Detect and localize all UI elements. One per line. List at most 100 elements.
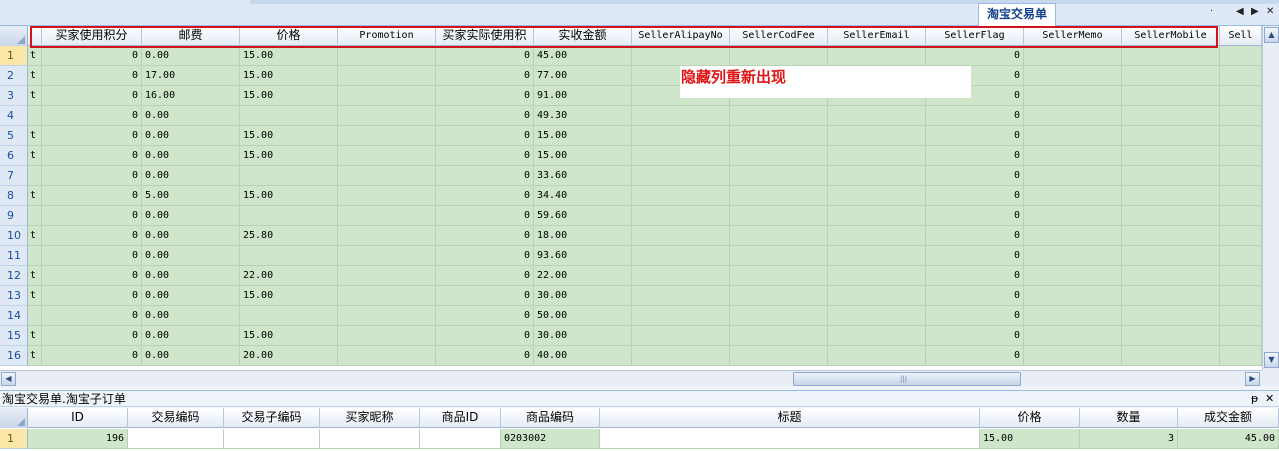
table-cell-flag[interactable]: t xyxy=(28,266,42,286)
table-cell[interactable] xyxy=(632,226,730,246)
table-cell[interactable] xyxy=(1024,106,1122,126)
table-cell[interactable] xyxy=(1220,186,1262,206)
suborder-column-header[interactable]: ID xyxy=(28,408,128,428)
table-cell[interactable] xyxy=(338,286,436,306)
table-cell[interactable]: 0 xyxy=(926,146,1024,166)
suborder-column-header[interactable]: 数量 xyxy=(1080,408,1178,428)
table-cell[interactable]: 0 xyxy=(926,206,1024,226)
table-row[interactable]: 10 t 0 0.00 25.80 0 18.00 0 xyxy=(0,226,1262,246)
table-cell[interactable] xyxy=(632,206,730,226)
table-cell[interactable] xyxy=(730,346,828,366)
table-cell[interactable] xyxy=(828,106,926,126)
table-cell[interactable]: 15.00 xyxy=(240,86,338,106)
table-cell[interactable] xyxy=(828,186,926,206)
table-cell[interactable]: 15.00 xyxy=(240,146,338,166)
table-cell[interactable]: 0 xyxy=(436,266,534,286)
table-cell[interactable]: 0 xyxy=(42,166,142,186)
table-cell[interactable] xyxy=(240,246,338,266)
table-cell[interactable] xyxy=(1220,226,1262,246)
table-cell[interactable] xyxy=(828,286,926,306)
table-cell[interactable] xyxy=(730,126,828,146)
row-number[interactable]: 2 xyxy=(0,66,28,86)
table-cell[interactable]: 16.00 xyxy=(142,86,240,106)
table-cell[interactable] xyxy=(632,286,730,306)
table-cell[interactable] xyxy=(1024,346,1122,366)
table-cell[interactable]: 0 xyxy=(926,266,1024,286)
tab-taobao-trade[interactable]: 淘宝交易单 xyxy=(978,3,1056,26)
table-cell[interactable] xyxy=(1220,266,1262,286)
table-cell[interactable] xyxy=(338,126,436,146)
table-cell[interactable]: 18.00 xyxy=(534,226,632,246)
table-cell-flag[interactable]: t xyxy=(28,66,42,86)
row-number[interactable]: 1 xyxy=(0,429,28,449)
table-cell[interactable] xyxy=(1122,186,1220,206)
table-cell[interactable] xyxy=(828,266,926,286)
column-header[interactable]: SellerAlipayNo xyxy=(632,26,730,46)
table-cell[interactable]: 0 xyxy=(42,326,142,346)
table-cell[interactable] xyxy=(1122,306,1220,326)
table-cell[interactable] xyxy=(1024,266,1122,286)
table-cell[interactable] xyxy=(828,246,926,266)
table-cell[interactable]: 50.00 xyxy=(534,306,632,326)
row-number[interactable]: 4 xyxy=(0,106,28,126)
table-cell[interactable]: 0.00 xyxy=(142,306,240,326)
table-cell-flag[interactable]: t xyxy=(28,226,42,246)
table-cell[interactable]: 0 xyxy=(926,186,1024,206)
suborder-column-header[interactable]: 价格 xyxy=(980,408,1080,428)
scroll-down-button[interactable]: ▼ xyxy=(1264,352,1279,368)
table-cell[interactable] xyxy=(240,206,338,226)
table-cell[interactable]: 0 xyxy=(42,106,142,126)
table-cell[interactable] xyxy=(632,306,730,326)
table-cell[interactable] xyxy=(1024,146,1122,166)
table-cell[interactable] xyxy=(828,346,926,366)
table-cell[interactable] xyxy=(1024,206,1122,226)
table-cell[interactable] xyxy=(632,146,730,166)
column-header[interactable]: 价格 xyxy=(240,26,338,46)
suborder-column-header[interactable]: 交易编码 xyxy=(128,408,224,428)
table-cell[interactable]: 0.00 xyxy=(142,326,240,346)
table-cell[interactable]: 0 xyxy=(42,206,142,226)
table-cell[interactable] xyxy=(730,46,828,66)
table-cell[interactable]: 0 xyxy=(436,106,534,126)
column-header[interactable]: 实收金额 xyxy=(534,26,632,46)
scroll-left-button[interactable]: ◀ xyxy=(1,372,16,386)
table-cell[interactable]: 0.00 xyxy=(142,266,240,286)
table-cell-flag[interactable] xyxy=(28,166,42,186)
table-row[interactable]: 15 t 0 0.00 15.00 0 30.00 0 xyxy=(0,326,1262,346)
table-cell[interactable]: 0 xyxy=(436,226,534,246)
horizontal-scrollbar[interactable]: ◀ ||| ▶ xyxy=(0,370,1262,386)
table-cell[interactable]: 0 xyxy=(436,126,534,146)
table-cell[interactable] xyxy=(632,326,730,346)
table-cell[interactable] xyxy=(1220,246,1262,266)
table-cell-flag[interactable]: t xyxy=(28,86,42,106)
row-number[interactable]: 5 xyxy=(0,126,28,146)
table-cell[interactable]: 0 xyxy=(436,286,534,306)
table-cell[interactable]: 0 xyxy=(436,166,534,186)
table-cell[interactable] xyxy=(1024,66,1122,86)
row-number[interactable]: 8 xyxy=(0,186,28,206)
row-number[interactable]: 13 xyxy=(0,286,28,306)
suborder-column-header[interactable]: 标题 xyxy=(600,408,980,428)
table-cell[interactable]: 0 xyxy=(926,346,1024,366)
table-cell[interactable] xyxy=(828,326,926,346)
table-cell[interactable] xyxy=(1220,306,1262,326)
table-cell-flag[interactable]: t xyxy=(28,286,42,306)
table-cell[interactable] xyxy=(828,206,926,226)
column-header-flag[interactable] xyxy=(28,26,42,46)
table-cell[interactable]: 0 xyxy=(436,66,534,86)
table-cell-flag[interactable]: t xyxy=(28,346,42,366)
table-cell[interactable]: 0 xyxy=(42,146,142,166)
table-row[interactable]: 2 t 0 17.00 15.00 0 77.00 0 xyxy=(0,66,1262,86)
table-cell[interactable]: 0 xyxy=(42,186,142,206)
table-cell[interactable] xyxy=(1122,46,1220,66)
table-row[interactable]: 8 t 0 5.00 15.00 0 34.40 0 xyxy=(0,186,1262,206)
table-row[interactable]: 1 t 0 0.00 15.00 0 45.00 0 xyxy=(0,46,1262,66)
table-cell[interactable] xyxy=(338,86,436,106)
table-cell[interactable] xyxy=(1122,106,1220,126)
table-cell[interactable]: 0 xyxy=(42,126,142,146)
table-cell[interactable]: 30.00 xyxy=(534,326,632,346)
table-cell[interactable] xyxy=(1122,66,1220,86)
table-cell[interactable]: 0.00 xyxy=(142,346,240,366)
column-header[interactable]: SellerFlag xyxy=(926,26,1024,46)
row-number[interactable]: 16 xyxy=(0,346,28,366)
